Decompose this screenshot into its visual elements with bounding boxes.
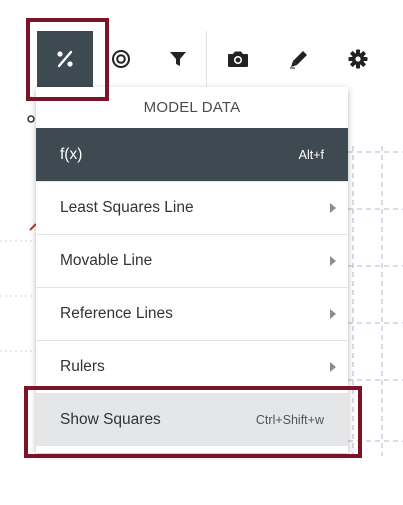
percent-icon xyxy=(57,50,73,68)
submenu-arrow-icon xyxy=(330,203,336,213)
menu-header: MODEL DATA xyxy=(143,99,241,116)
menu-item-shortcut: Alt+f xyxy=(298,147,324,162)
menu-item-reference-lines[interactable]: Reference Lines xyxy=(36,287,348,340)
menu-item-rulers[interactable]: Rulers xyxy=(36,340,348,393)
menu-item-label: f(x) xyxy=(60,145,83,163)
toolbar xyxy=(0,0,403,90)
target-icon xyxy=(112,50,130,68)
toolbar-separator xyxy=(206,31,207,87)
pencil-button[interactable] xyxy=(271,31,327,87)
submenu-arrow-icon xyxy=(330,256,336,266)
model-data-menu: MODEL DATA f(x) Alt+f Least Squares Line… xyxy=(36,87,348,453)
menu-item-least-squares-line[interactable]: Least Squares Line xyxy=(36,181,348,234)
settings-button[interactable] xyxy=(330,31,386,87)
menu-item-fx[interactable]: f(x) Alt+f xyxy=(36,128,348,181)
menu-item-show-squares[interactable]: Show Squares Ctrl+Shift+w xyxy=(36,393,348,446)
menu-item-label: Movable Line xyxy=(60,252,153,269)
menu-item-shortcut: Ctrl+Shift+w xyxy=(255,413,324,427)
menu-item-movable-line[interactable]: Movable Line xyxy=(36,234,348,287)
menu-item-label: Reference Lines xyxy=(60,305,173,322)
menu-item-label: Least Squares Line xyxy=(60,199,194,216)
measure-button[interactable] xyxy=(93,31,149,87)
model-data-button[interactable] xyxy=(37,31,93,87)
submenu-arrow-icon xyxy=(330,309,336,319)
filter-button[interactable] xyxy=(150,31,206,87)
pencil-icon xyxy=(290,51,307,69)
gear-icon xyxy=(348,49,368,69)
menu-item-label: Rulers xyxy=(60,358,105,375)
funnel-icon xyxy=(170,52,186,66)
camera-button[interactable] xyxy=(210,31,266,87)
menu-item-label: Show Squares xyxy=(60,411,161,428)
camera-icon xyxy=(228,51,248,67)
submenu-arrow-icon xyxy=(330,362,336,372)
